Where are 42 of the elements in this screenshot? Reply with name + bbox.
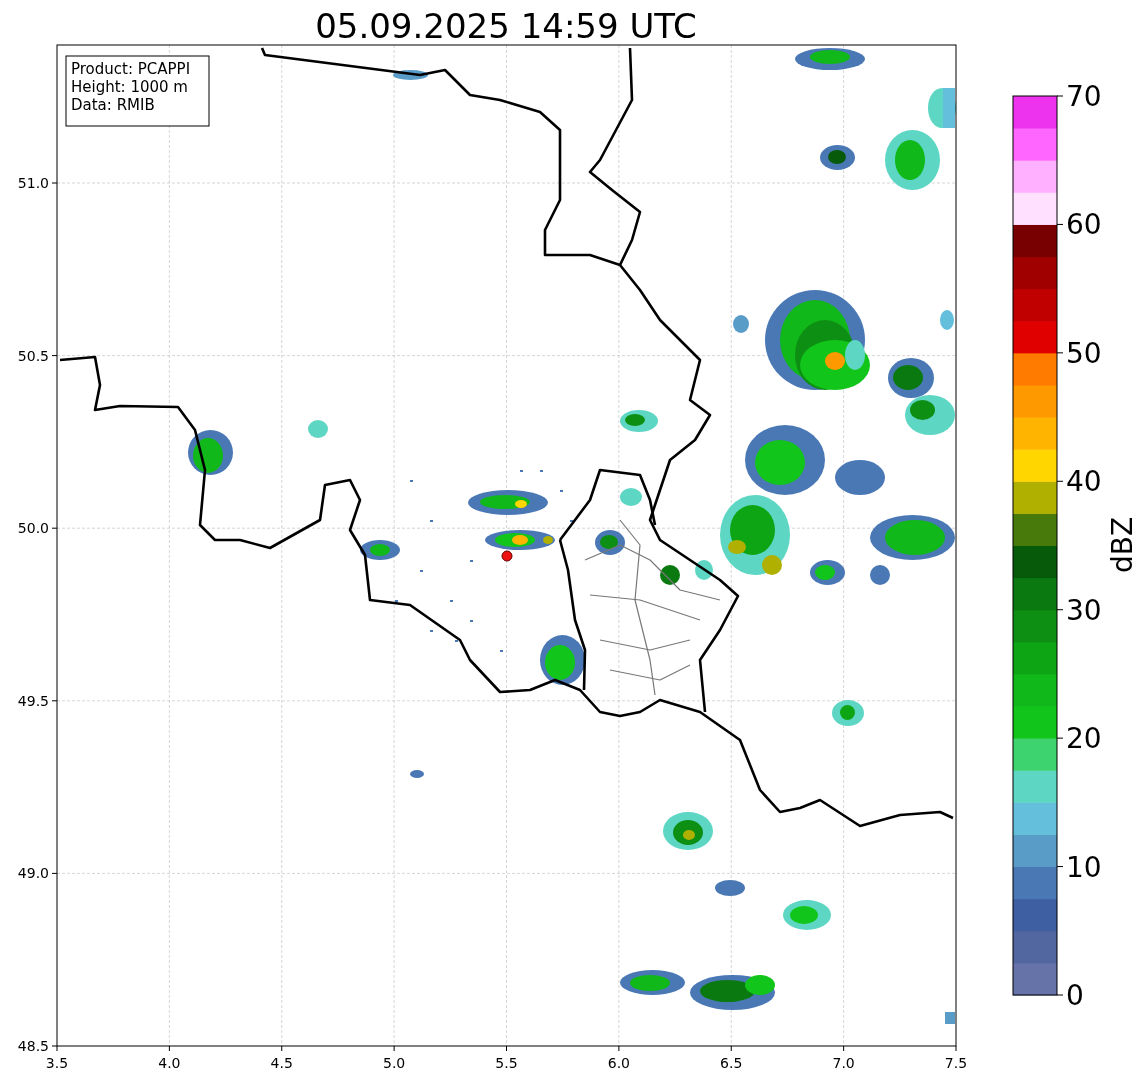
- tick-mark: [51, 355, 58, 357]
- tick-mark: [730, 1045, 732, 1052]
- tick-mark: [281, 1045, 283, 1052]
- tick-mark: [843, 1045, 845, 1052]
- y-axis-tick-label: 49.5: [17, 692, 49, 709]
- info-text: Data: RMIB: [71, 96, 155, 114]
- colorbar-tick-label: 20: [1066, 722, 1102, 756]
- colorbar-tick-label: 10: [1066, 850, 1102, 884]
- tick-mark: [393, 1045, 395, 1052]
- colorbar-tick-label: 0: [1066, 979, 1084, 1012]
- tick-mark: [51, 700, 58, 702]
- x-axis-tick-label: 4.0: [158, 1055, 181, 1071]
- x-axis-tick-label: 3.5: [45, 1055, 69, 1071]
- tick-mark: [168, 1045, 170, 1052]
- x-axis-tick-label: 7.5: [944, 1055, 968, 1071]
- y-axis-tick-label: 50.5: [17, 347, 49, 364]
- colorbar-label: dBZ: [1106, 516, 1139, 574]
- x-axis-tick-label: 4.5: [270, 1055, 293, 1071]
- tick-mark: [51, 182, 58, 184]
- colorbar-tick-label: 30: [1066, 593, 1102, 627]
- y-axis-tick-label: 51.0: [17, 175, 49, 191]
- y-axis-tick-label: 49.0: [17, 865, 49, 882]
- tick-mark: [955, 1045, 957, 1052]
- colorbar-tick-label: 40: [1066, 465, 1102, 499]
- info-text: Height: 1000 m: [71, 78, 188, 96]
- tick-mark: [51, 527, 58, 529]
- chart-title: 05.09.2025 14:59 UTC: [315, 6, 697, 46]
- x-axis-tick-label: 7.0: [832, 1055, 855, 1071]
- y-axis-tick-label: 50.0: [17, 520, 49, 537]
- x-axis-tick-label: 6.0: [607, 1055, 630, 1071]
- colorbar-tick-label: 60: [1066, 208, 1102, 242]
- tick-mark: [618, 1045, 620, 1052]
- tick-mark: [51, 872, 58, 874]
- x-axis-tick-label: 6.5: [720, 1055, 743, 1071]
- x-axis-tick-label: 5.0: [383, 1055, 406, 1071]
- tick-mark: [506, 1045, 507, 1052]
- radar-site-marker: [501, 550, 513, 562]
- y-axis-tick-label: 48.5: [17, 1038, 49, 1054]
- colorbar-tick-label: 70: [1066, 80, 1102, 113]
- info-text: Product: PCAPPI: [71, 60, 191, 78]
- colorbar-tick-label: 50: [1066, 336, 1102, 370]
- x-axis-tick-label: 5.5: [495, 1055, 518, 1071]
